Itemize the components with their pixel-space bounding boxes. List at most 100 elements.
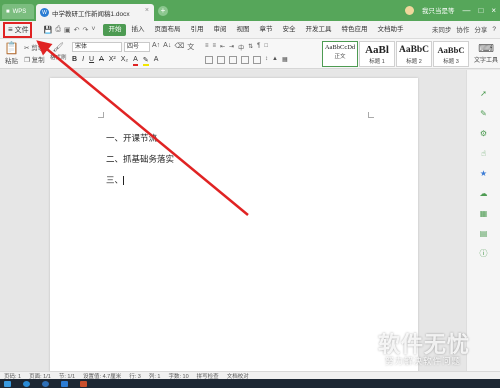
review-icon[interactable]: ★ xyxy=(478,168,489,179)
chevron-down-icon[interactable]: ˅ xyxy=(91,26,95,34)
italic-icon[interactable]: I xyxy=(82,56,84,66)
select-icon[interactable]: ➚ xyxy=(478,88,489,99)
tab-section[interactable]: 章节 xyxy=(254,24,277,36)
align-center-icon[interactable] xyxy=(217,56,225,64)
style-heading-2[interactable]: AaBbC 标题 2 xyxy=(396,41,432,67)
align-left-icon[interactable] xyxy=(205,56,213,64)
user-name[interactable]: 我只当是等 xyxy=(422,5,455,15)
increase-indent-icon[interactable]: ⇥ xyxy=(229,43,234,52)
undo-icon[interactable]: ↶ xyxy=(74,26,80,34)
paste-label: 粘贴 xyxy=(4,58,18,65)
strikethrough-icon[interactable]: A xyxy=(99,56,104,66)
user-avatar[interactable] xyxy=(404,5,414,15)
share-button[interactable]: 分享 xyxy=(474,24,487,34)
tab-developer[interactable]: 开发工具 xyxy=(300,24,336,36)
tab-page-layout[interactable]: 页面布局 xyxy=(149,24,185,36)
phonetic-icon[interactable]: 文 xyxy=(187,42,194,52)
edge-icon[interactable] xyxy=(42,380,49,387)
clipboard-group: ✂ 剪切 ❐ 复制 xyxy=(24,42,45,64)
style-heading-3[interactable]: AaBbC 标题 3 xyxy=(433,41,469,67)
collaborate-button[interactable]: 协作 xyxy=(456,24,469,34)
backup-icon[interactable]: ☁ xyxy=(478,188,489,199)
numbering-icon[interactable]: ≡ xyxy=(213,43,217,52)
help-icon[interactable]: ? xyxy=(492,26,496,33)
wps-writer-icon[interactable] xyxy=(61,380,68,387)
clear-format-icon[interactable]: ⌫ xyxy=(174,42,184,52)
show-marks-icon[interactable]: ¶ xyxy=(257,43,260,52)
font-color-icon[interactable]: A xyxy=(133,56,138,66)
superscript-icon[interactable]: X² xyxy=(109,56,116,66)
bold-icon[interactable]: B xyxy=(72,56,77,66)
margin-corner-top-left xyxy=(98,112,104,118)
tab-home[interactable]: 开始 xyxy=(103,23,127,36)
tab-special[interactable]: 特色应用 xyxy=(336,24,372,36)
table-icon[interactable]: ▤ xyxy=(478,228,489,239)
tab-security[interactable]: 安全 xyxy=(277,24,300,36)
align-right-icon[interactable] xyxy=(229,56,237,64)
document-tab-label: 中学教研工作新闻稿1.docx xyxy=(52,10,130,18)
new-tab-button[interactable]: + xyxy=(158,6,168,16)
style-normal[interactable]: AaBbCcDd 正文 xyxy=(322,41,358,67)
shrink-font-icon[interactable]: A↓ xyxy=(163,42,171,52)
redo-icon[interactable]: ↷ xyxy=(83,26,89,34)
style-heading-2-label: 标题 2 xyxy=(406,59,422,65)
subscript-icon[interactable]: X₂ xyxy=(121,56,128,66)
text-tool-button[interactable]: ⌨ 文字工具 xyxy=(474,42,498,64)
chinese-layout-icon[interactable]: 中 xyxy=(238,43,244,52)
cut-button[interactable]: ✂ 剪切 xyxy=(24,42,45,52)
share-icon[interactable]: ☝ xyxy=(478,148,489,159)
sync-status[interactable]: 未同步 xyxy=(432,24,452,34)
font-size-select[interactable]: 四号 xyxy=(124,42,150,52)
help-circle-icon[interactable]: ⓘ xyxy=(478,248,489,259)
font-name-select[interactable]: 宋体 xyxy=(72,42,122,52)
tab-review[interactable]: 审阅 xyxy=(208,24,231,36)
close-window-icon[interactable]: × xyxy=(491,6,496,15)
tab-doc-assistant[interactable]: 文档助手 xyxy=(372,24,408,36)
sort-icon[interactable]: ⇅ xyxy=(248,43,253,52)
paste-button[interactable]: 📋 粘贴 xyxy=(4,41,19,65)
close-tab-icon[interactable]: × xyxy=(145,7,149,14)
frame-icon[interactable]: □ xyxy=(264,43,268,52)
layout-icon[interactable]: ▦ xyxy=(478,208,489,219)
char-border-icon[interactable]: A xyxy=(154,56,159,66)
minimize-icon[interactable]: — xyxy=(462,6,470,15)
start-icon[interactable] xyxy=(4,380,11,387)
tab-references[interactable]: 引用 xyxy=(185,24,208,36)
line-spacing-icon[interactable]: ↕ xyxy=(265,56,268,64)
document-workspace[interactable]: 一、开课节流 二、抓基础务落实 三、 xyxy=(0,70,466,378)
borders-icon[interactable]: ▦ xyxy=(282,56,288,64)
format-painter-button[interactable]: 🖌 格式刷 xyxy=(50,42,67,61)
bullets-icon[interactable]: ≡ xyxy=(205,43,209,52)
underline-icon[interactable]: U xyxy=(89,56,94,66)
print-preview-icon[interactable]: ▣ xyxy=(64,26,71,34)
doc-line-3[interactable]: 三、 xyxy=(106,174,125,186)
shading-icon[interactable]: ▲ xyxy=(272,56,278,64)
style-panel-icon[interactable]: ✎ xyxy=(478,108,489,119)
style-normal-sample: AaBbCcDd xyxy=(324,44,356,51)
print-icon[interactable]: ⎙ xyxy=(55,26,61,34)
margin-corner-top-right xyxy=(368,112,374,118)
copy-button[interactable]: ❐ 复制 xyxy=(24,54,45,64)
paragraph-tools-top: ≡ ≡ ⇤ ⇥ 中 ⇅ ¶ □ xyxy=(205,43,268,52)
document-tab[interactable]: W 中学教研工作新闻稿1.docx × xyxy=(36,4,154,21)
format-painter-label: 格式刷 xyxy=(50,55,67,61)
document-page[interactable]: 一、开课节流 二、抓基础务落实 三、 xyxy=(50,78,418,378)
save-icon[interactable]: 💾 xyxy=(44,26,53,34)
doc-line-2[interactable]: 二、抓基础务落实 xyxy=(106,153,174,165)
settings-icon[interactable]: ⚙ xyxy=(478,128,489,139)
doc-line-1[interactable]: 一、开课节流 xyxy=(106,132,157,144)
tab-insert[interactable]: 插入 xyxy=(126,24,149,36)
browser-icon[interactable] xyxy=(23,380,30,387)
style-normal-label: 正文 xyxy=(334,54,346,60)
style-heading-1[interactable]: AaBl 标题 1 xyxy=(359,41,395,67)
app-icon[interactable] xyxy=(80,380,87,387)
grow-font-icon[interactable]: A↑ xyxy=(152,42,160,52)
tab-view[interactable]: 视图 xyxy=(231,24,254,36)
decrease-indent-icon[interactable]: ⇤ xyxy=(220,43,225,52)
quick-access-toolbar: 💾 ⎙ ▣ ↶ ↷ ˅ xyxy=(44,26,96,34)
highlight-icon[interactable]: ✎ xyxy=(142,56,149,66)
wps-home-tab[interactable]: ■ WPS xyxy=(2,4,34,19)
maximize-icon[interactable]: □ xyxy=(478,6,483,15)
justify-icon[interactable] xyxy=(241,56,249,64)
distribute-icon[interactable] xyxy=(253,56,261,64)
